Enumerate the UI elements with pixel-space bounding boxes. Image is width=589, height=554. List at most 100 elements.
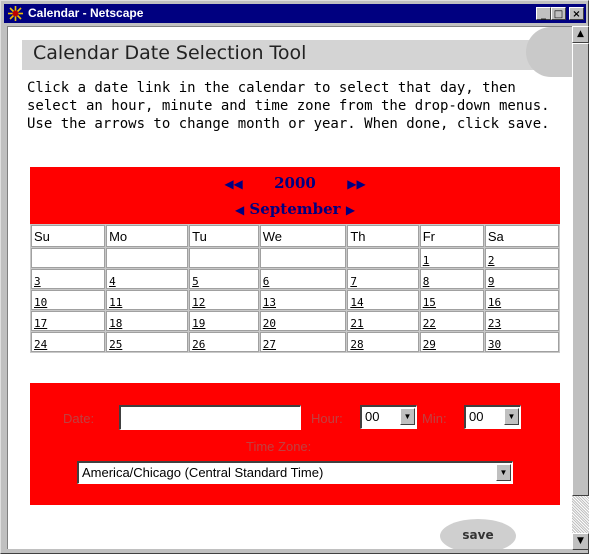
calendar-day-cell: 5 <box>189 269 259 289</box>
arrow-up-icon: ▲ <box>577 29 584 39</box>
weekday-header: Th <box>347 225 419 247</box>
min-label: Min: <box>422 411 447 426</box>
weekday-header: Mo <box>106 225 189 247</box>
weekday-header: We <box>259 225 347 247</box>
day-link[interactable]: 4 <box>109 275 116 288</box>
calendar-day-cell: 20 <box>259 311 347 331</box>
day-link[interactable]: 11 <box>109 296 122 309</box>
calendar-day-cell: 11 <box>106 290 189 310</box>
scroll-up-button[interactable]: ▲ <box>572 26 589 43</box>
save-button[interactable]: save <box>440 519 516 549</box>
calendar-grid: Su Mo Tu We Th Fr Sa 1 2 3 4 5 6 7 8 9 10 11 12 13 14… <box>30 224 560 353</box>
day-link[interactable]: 19 <box>192 317 205 330</box>
month-label: September <box>249 200 341 218</box>
chevron-down-icon: ▼ <box>507 412 516 421</box>
day-link[interactable]: 17 <box>34 317 47 330</box>
day-link[interactable]: 24 <box>34 338 47 351</box>
day-link[interactable]: 21 <box>350 317 363 330</box>
day-link[interactable]: 20 <box>263 317 276 330</box>
calendar-day-cell: 21 <box>347 311 419 331</box>
day-link[interactable]: 6 <box>263 275 270 288</box>
browser-window: Calendar - Netscape _ □ × Calendar Date … <box>0 0 589 554</box>
prev-year-icon[interactable]: ◀◀ <box>224 177 242 191</box>
day-link[interactable]: 7 <box>350 275 357 288</box>
calendar-week-row: 17 18 19 20 21 22 23 <box>31 311 559 331</box>
close-icon: × <box>572 9 581 20</box>
calendar-day-cell <box>347 248 419 268</box>
chevron-down-icon: ▼ <box>403 412 412 421</box>
prev-month-icon[interactable]: ◀ <box>235 203 244 217</box>
vertical-scrollbar[interactable]: ▲ ▼ <box>572 26 589 550</box>
timezone-select[interactable]: America/Chicago (Central Standard Time) … <box>77 461 513 484</box>
calendar-day-cell: 6 <box>259 269 347 289</box>
calendar-day-cell: 17 <box>31 311 106 331</box>
hour-select[interactable]: 00 ▼ <box>360 405 417 429</box>
timezone-value: America/Chicago (Central Standard Time) <box>82 465 324 480</box>
title-bar[interactable]: Calendar - Netscape _ □ × <box>4 4 586 23</box>
calendar-day-cell: 1 <box>419 248 484 268</box>
weekday-header: Fr <box>419 225 484 247</box>
day-link[interactable]: 16 <box>488 296 501 309</box>
calendar-day-cell <box>106 248 189 268</box>
calendar-day-cell: 29 <box>419 332 484 352</box>
day-link[interactable]: 2 <box>488 254 495 267</box>
day-link[interactable]: 8 <box>423 275 430 288</box>
instructions-text: Click a date link in the calendar to sel… <box>27 80 550 132</box>
scroll-track[interactable] <box>572 496 589 533</box>
calendar-nav-panel: ◀◀ 2000 ▶▶ ◀ September ▶ <box>30 167 560 224</box>
day-link[interactable]: 28 <box>350 338 363 351</box>
day-link[interactable]: 25 <box>109 338 122 351</box>
day-link[interactable]: 10 <box>34 296 47 309</box>
year-nav: ◀◀ 2000 ▶▶ <box>30 174 560 192</box>
calendar-day-cell: 22 <box>419 311 484 331</box>
day-link[interactable]: 1 <box>423 254 430 267</box>
maximize-icon: □ <box>553 9 564 20</box>
day-link[interactable]: 22 <box>423 317 436 330</box>
day-link[interactable]: 30 <box>488 338 501 351</box>
day-link[interactable]: 3 <box>34 275 41 288</box>
calendar-weeks: 1 2 3 4 5 6 7 8 9 10 11 12 13 14 15 16 17 18 19 20 21 22 23 24 2… <box>31 248 559 352</box>
hour-label: Hour: <box>311 411 343 426</box>
close-button[interactable]: × <box>569 7 584 20</box>
day-link[interactable]: 9 <box>488 275 495 288</box>
scroll-down-button[interactable]: ▼ <box>572 533 589 550</box>
day-link[interactable]: 27 <box>263 338 276 351</box>
next-year-icon[interactable]: ▶▶ <box>347 177 365 191</box>
weekday-header: Tu <box>189 225 259 247</box>
scroll-thumb[interactable] <box>572 43 589 496</box>
calendar-week-row: 24 25 26 27 28 29 30 <box>31 332 559 352</box>
day-link[interactable]: 18 <box>109 317 122 330</box>
day-link[interactable]: 14 <box>350 296 363 309</box>
time-selection-panel: Date: Hour: 00 ▼ Min: 00 ▼ Time Zone: Am… <box>30 383 560 505</box>
calendar-day-cell: 26 <box>189 332 259 352</box>
heading-swoosh <box>526 27 573 77</box>
minimize-icon: _ <box>541 9 546 20</box>
calendar-day-cell: 13 <box>259 290 347 310</box>
calendar-day-cell: 14 <box>347 290 419 310</box>
next-month-icon[interactable]: ▶ <box>346 203 355 217</box>
day-link[interactable]: 23 <box>488 317 501 330</box>
calendar-day-cell: 7 <box>347 269 419 289</box>
calendar-day-cell: 18 <box>106 311 189 331</box>
day-link[interactable]: 15 <box>423 296 436 309</box>
weekday-header: Sa <box>484 225 559 247</box>
day-link[interactable]: 13 <box>263 296 276 309</box>
calendar-day-cell: 30 <box>484 332 559 352</box>
page-title: Calendar Date Selection Tool <box>33 42 307 64</box>
min-value: 00 <box>469 409 484 424</box>
min-select[interactable]: 00 ▼ <box>464 405 521 429</box>
timezone-dropdown-button[interactable]: ▼ <box>496 464 511 481</box>
timezone-label: Time Zone: <box>246 439 312 454</box>
min-dropdown-button[interactable]: ▼ <box>504 408 519 425</box>
calendar-day-cell <box>31 248 106 268</box>
day-link[interactable]: 29 <box>423 338 436 351</box>
day-link[interactable]: 26 <box>192 338 205 351</box>
weekday-header: Su <box>31 225 106 247</box>
hour-dropdown-button[interactable]: ▼ <box>400 408 415 425</box>
day-link[interactable]: 12 <box>192 296 205 309</box>
day-link[interactable]: 5 <box>192 275 199 288</box>
date-field[interactable] <box>119 405 301 430</box>
hour-value: 00 <box>365 409 380 424</box>
minimize-button[interactable]: _ <box>536 7 551 20</box>
maximize-button[interactable]: □ <box>551 7 566 20</box>
